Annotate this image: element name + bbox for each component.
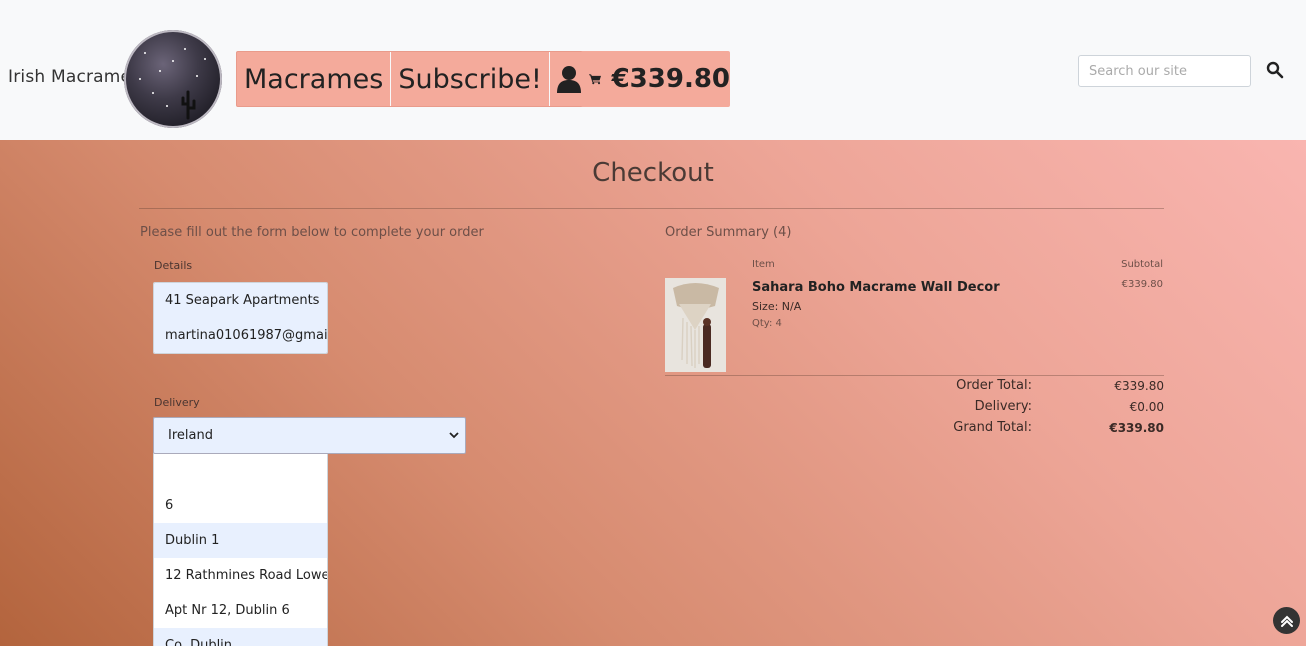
cart-icon: [589, 74, 602, 85]
order-total-value: €339.80: [1114, 379, 1164, 393]
form-intro: Please fill out the form below to comple…: [140, 225, 484, 240]
item-name: Sahara Boho Macrame Wall Decor: [752, 280, 1000, 295]
chevron-up-icon: [1280, 615, 1293, 627]
address-line1-field[interactable]: 12 Rathmines Road Lower: [154, 558, 327, 593]
macrame-image: [665, 278, 726, 372]
user-icon: [556, 66, 581, 93]
cactus-icon: [181, 90, 196, 120]
email-field[interactable]: martina01061987@gmail.com: [154, 318, 327, 353]
street-address-field[interactable]: 41 Seapark Apartments: [154, 283, 327, 318]
address-line2-field[interactable]: Apt Nr 12, Dublin 6: [154, 593, 327, 628]
county-field[interactable]: Co. Dublin: [154, 628, 327, 646]
grand-total-value: €339.80: [1109, 421, 1164, 435]
nav-macrames[interactable]: Macrames: [237, 52, 392, 106]
item-qty: Qty: 4: [752, 318, 782, 329]
item-subtotal: €339.80: [1121, 279, 1163, 290]
page-title: Checkout: [592, 158, 714, 188]
product-thumbnail[interactable]: [665, 278, 726, 372]
grand-total-label: Grand Total:: [953, 420, 1032, 435]
brand-name[interactable]: Irish Macrames: [8, 67, 140, 87]
site-header: Irish Macrames Macrames Subscribe! €339.…: [0, 0, 1306, 140]
delivery-cost-label: Delivery:: [974, 399, 1032, 414]
divider: [139, 208, 1164, 209]
delivery-legend: Delivery: [154, 396, 200, 409]
summary-divider: [665, 375, 1164, 376]
logo-moon-image[interactable]: [124, 30, 222, 128]
main-nav: Macrames Subscribe!: [236, 51, 619, 107]
item-size: Size: N/A: [752, 300, 802, 313]
country-value: Ireland: [168, 428, 213, 443]
country-select[interactable]: Ireland: [153, 417, 466, 454]
details-fields: 41 Seapark Apartments martina01061987@gm…: [153, 282, 328, 354]
checkout-section: Checkout Please fill out the form below …: [0, 140, 1306, 646]
delivery-cost-value: €0.00: [1129, 400, 1164, 414]
nav-subscribe[interactable]: Subscribe!: [391, 52, 550, 106]
cart-button[interactable]: €339.80: [581, 51, 730, 107]
country-spacer: [154, 453, 327, 488]
column-header-item: Item: [752, 259, 775, 270]
cart-total: €339.80: [611, 64, 730, 94]
town-field[interactable]: Dublin 1: [154, 523, 327, 558]
column-header-subtotal: Subtotal: [1121, 259, 1163, 270]
chevron-down-icon: [449, 432, 459, 439]
order-summary-title: Order Summary (4): [665, 225, 792, 240]
postcode-field[interactable]: 6: [154, 488, 327, 523]
search-button[interactable]: [1266, 61, 1284, 79]
search-input[interactable]: [1078, 55, 1251, 87]
order-total-label: Order Total:: [956, 378, 1032, 393]
search-icon: [1266, 61, 1284, 79]
details-legend: Details: [154, 259, 193, 272]
back-to-top-button[interactable]: [1273, 607, 1300, 634]
